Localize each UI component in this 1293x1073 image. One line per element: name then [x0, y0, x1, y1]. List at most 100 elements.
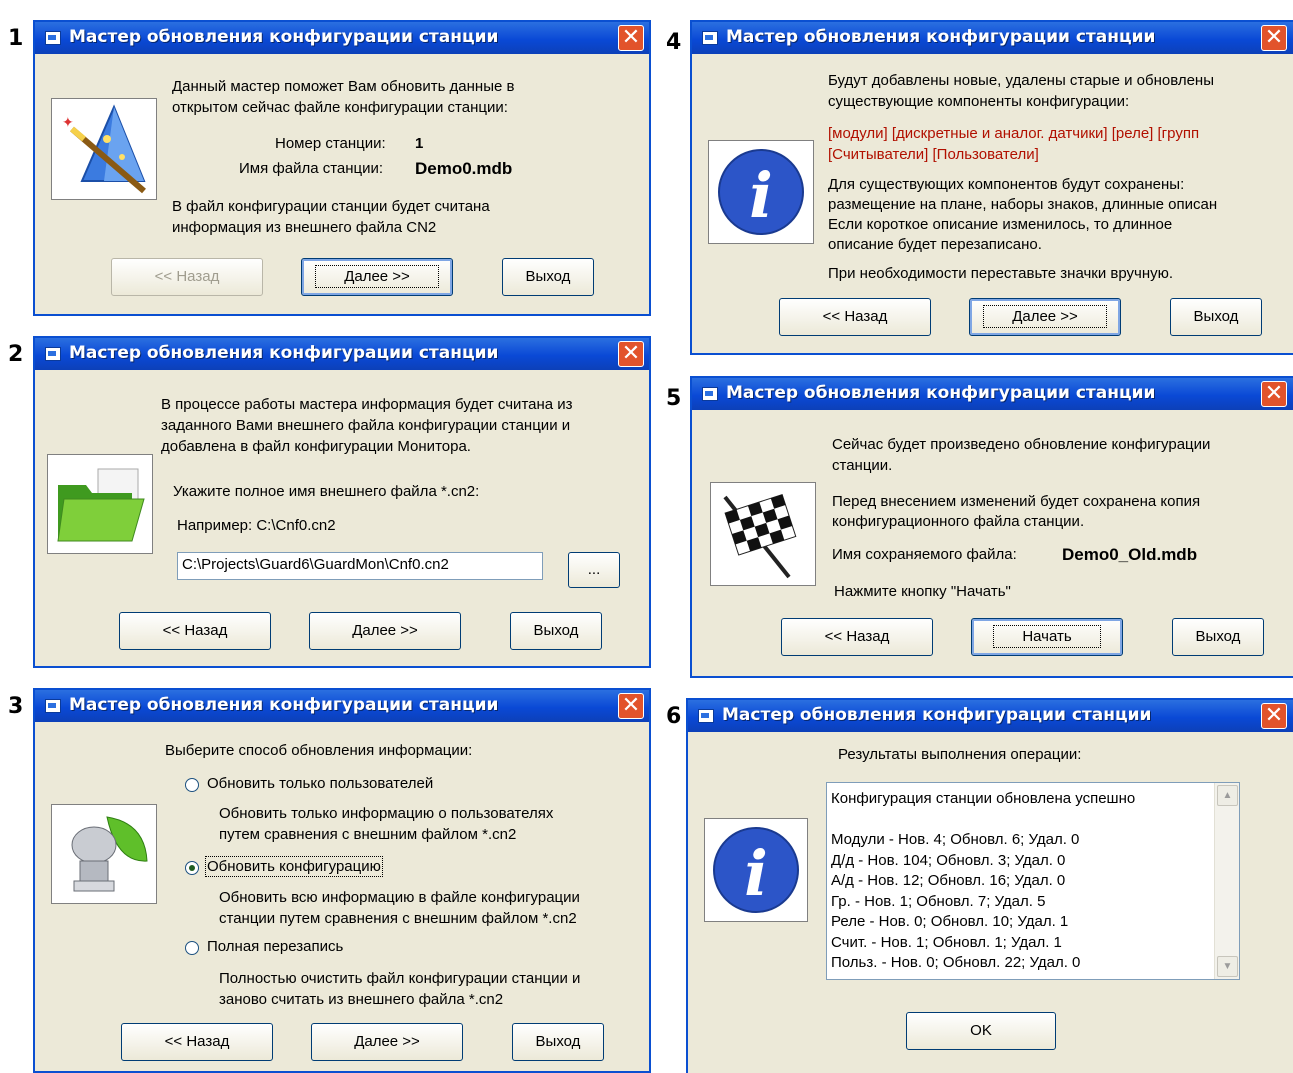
back-button[interactable]: << Назад	[781, 618, 933, 656]
wizard-window-4: Мастер обновления конфигурации станции ✕…	[690, 20, 1293, 355]
results-line: Модули - Нов. 4; Обновл. 6; Удал. 0	[831, 831, 1080, 848]
title-bar[interactable]: Мастер обновления конфигурации станции ✕	[688, 700, 1293, 732]
back-button[interactable]: << Назад	[779, 298, 931, 336]
step-number-4: 4	[666, 30, 682, 55]
window-icon	[702, 387, 718, 401]
next-button-label: Далее >>	[315, 265, 439, 288]
backup-line2: конфигурационного файла станции.	[832, 513, 1085, 530]
step-number-3: 3	[8, 694, 24, 719]
window-title: Мастер обновления конфигурации станции	[726, 383, 1156, 403]
exit-button[interactable]: Выход	[1170, 298, 1262, 336]
step-number-1: 1	[8, 26, 24, 51]
option-update-config-label[interactable]: Обновить конфигурацию	[205, 856, 383, 877]
station-number-label: Номер станции:	[275, 135, 386, 152]
info-line1: Будут добавлены новые, удалены старые и …	[828, 72, 1214, 89]
step-number-2: 2	[8, 342, 24, 367]
next-button[interactable]: Далее >>	[969, 298, 1121, 336]
option-users-only-desc2: путем сравнения с внешним файлом *.cn2	[219, 826, 517, 843]
exit-button[interactable]: Выход	[502, 258, 594, 296]
info-line5: Если короткое описание изменилось, то дл…	[828, 216, 1173, 233]
window-title: Мастер обновления конфигурации станции	[726, 27, 1156, 47]
close-button[interactable]: ✕	[618, 693, 644, 719]
components-line1: [модули] [дискретные и аналог. датчики] …	[828, 125, 1200, 142]
close-button[interactable]: ✕	[618, 25, 644, 51]
option-users-only-label[interactable]: Обновить только пользователей	[207, 775, 433, 792]
option-update-config-desc2: станции путем сравнения с внешним файлом…	[219, 910, 577, 927]
window-icon	[45, 31, 61, 45]
method-heading: Выберите способ обновления информации:	[165, 742, 473, 759]
start-button[interactable]: Начать	[971, 618, 1123, 656]
scroll-up-arrow-icon[interactable]: ▲	[1217, 785, 1238, 806]
close-button[interactable]: ✕	[618, 341, 644, 367]
results-heading: Результаты выполнения операции:	[838, 746, 1082, 763]
station-file-label: Имя файла станции:	[239, 160, 384, 177]
results-listbox[interactable]: Конфигурация станции обновлена успешно М…	[826, 782, 1240, 980]
step-number-5: 5	[666, 386, 682, 411]
station-file-value: Demo0.mdb	[415, 159, 513, 178]
next-button[interactable]: Далее >>	[301, 258, 453, 296]
update-line2: станции.	[832, 457, 893, 474]
saved-file-label: Имя сохраняемого файла:	[832, 546, 1017, 563]
svg-text:i: i	[744, 837, 768, 910]
scroll-down-arrow-icon[interactable]: ▼	[1217, 956, 1238, 977]
back-button[interactable]: << Назад	[111, 258, 263, 296]
wizard-hat-icon: ✦	[51, 98, 157, 200]
exit-button[interactable]: Выход	[512, 1023, 604, 1061]
ok-button[interactable]: OK	[906, 1012, 1056, 1050]
wizard-window-1: Мастер обновления конфигурации станции ✕…	[33, 20, 651, 316]
wizard-window-6: Мастер обновления конфигурации станции ✕…	[686, 698, 1293, 1073]
backup-line1: Перед внесением изменений будет сохранен…	[832, 493, 1201, 510]
title-bar[interactable]: Мастер обновления конфигурации станции ✕	[692, 22, 1293, 54]
exit-button[interactable]: Выход	[1172, 618, 1264, 656]
title-bar[interactable]: Мастер обновления конфигурации станции ✕	[35, 22, 649, 54]
option-full-rewrite-desc2: заново считать из внешнего файла *.cn2	[219, 991, 504, 1008]
step-number-6: 6	[666, 704, 682, 729]
info-line7: При необходимости переставьте значки вру…	[828, 265, 1174, 282]
next-button[interactable]: Далее >>	[309, 612, 461, 650]
file-prompt-label: Укажите полное имя внешнего файла *.cn2:	[173, 483, 480, 500]
browse-button[interactable]: ...	[568, 552, 620, 588]
title-bar[interactable]: Мастер обновления конфигурации станции ✕	[35, 690, 649, 722]
info-line3: Для существующих компонентов будут сохра…	[828, 176, 1185, 193]
svg-text:i: i	[749, 159, 773, 232]
option-full-rewrite-desc1: Полностью очистить файл конфигурации ста…	[219, 970, 581, 987]
close-button[interactable]: ✕	[1261, 703, 1287, 729]
results-line: Д/д - Нов. 104; Обновл. 3; Удал. 0	[831, 851, 1066, 869]
window-title: Мастер обновления конфигурации станции	[69, 27, 499, 47]
update-line1: Сейчас будет произведено обновление конф…	[832, 436, 1211, 453]
wizard-window-2: Мастер обновления конфигурации станции ✕…	[33, 336, 651, 668]
results-line: Гр. - Нов. 1; Обновл. 7; Удал. 5	[831, 892, 1046, 910]
radio-users-only[interactable]	[185, 778, 199, 792]
back-button[interactable]: << Назад	[119, 612, 271, 650]
info-line2: существующие компоненты конфигурации:	[828, 93, 1130, 110]
results-scrollbar[interactable]: ▲ ▼	[1214, 783, 1239, 979]
results-line: А/д - Нов. 12; Обновл. 16; Удал. 0	[831, 872, 1066, 889]
exit-button[interactable]: Выход	[510, 612, 602, 650]
close-button[interactable]: ✕	[1261, 25, 1287, 51]
intro-text-line1: Данный мастер поможет Вам обновить данны…	[172, 78, 515, 95]
next-button[interactable]: Далее >>	[311, 1023, 463, 1061]
checkered-flag-icon	[710, 482, 816, 586]
radio-full-rewrite[interactable]	[185, 941, 199, 955]
note-text-line1: В файл конфигурации станции будет считан…	[172, 198, 490, 215]
update-gear-icon	[51, 804, 157, 904]
svg-text:✦: ✦	[62, 114, 74, 130]
results-line	[831, 810, 1135, 831]
station-number-value: 1	[415, 135, 424, 152]
note-text-line2: информация из внешнего файла CN2	[172, 219, 437, 236]
results-line: Реле - Нов. 0; Обновл. 10; Удал. 1	[831, 913, 1069, 930]
option-full-rewrite-label[interactable]: Полная перезапись	[207, 938, 343, 955]
title-bar[interactable]: Мастер обновления конфигурации станции ✕	[692, 378, 1293, 410]
radio-update-config[interactable]	[185, 861, 199, 875]
close-button[interactable]: ✕	[1261, 381, 1287, 407]
results-line: Счит. - Нов. 1; Обновл. 1; Удал. 1	[831, 933, 1062, 951]
title-bar[interactable]: Мастер обновления конфигурации станции ✕	[35, 338, 649, 370]
results-line: Польз. - Нов. 0; Обновл. 22; Удал. 0	[831, 954, 1081, 971]
saved-file-value: Demo0_Old.mdb	[1062, 545, 1198, 564]
window-icon	[698, 709, 714, 723]
description-line3: добавлена в файл конфигурации Монитора.	[161, 438, 471, 455]
wizard-window-3: Мастер обновления конфигурации станции ✕…	[33, 688, 651, 1073]
back-button[interactable]: << Назад	[121, 1023, 273, 1061]
option-users-only-desc1: Обновить только информацию о пользовател…	[219, 805, 554, 822]
cn2-path-input[interactable]: C:\Projects\Guard6\GuardMon\Cnf0.cn2	[177, 552, 543, 580]
